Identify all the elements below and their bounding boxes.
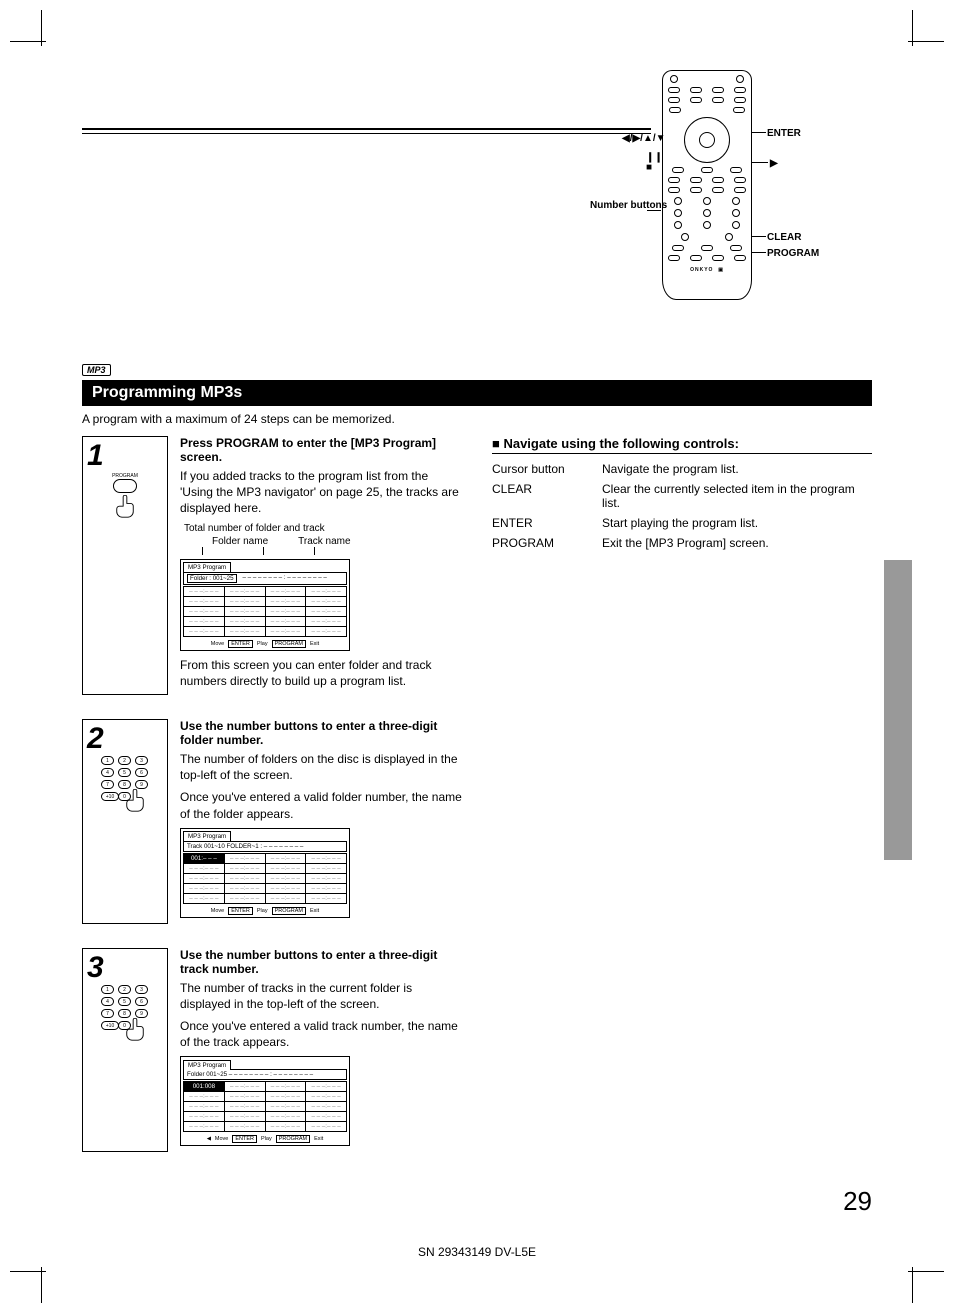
remote-label-clear: CLEAR <box>767 232 801 243</box>
annotation-total: Total number of folder and track <box>184 523 462 534</box>
step-heading: Use the number buttons to enter a three-… <box>180 948 462 976</box>
osd-screen-1: MP3 Program Folder : 001~25 – – – – – – … <box>180 559 350 651</box>
side-tab <box>884 560 912 860</box>
hand-press-icon <box>114 495 136 521</box>
remote-label-program: PROGRAM <box>767 248 819 259</box>
step-paragraph: The number of tracks in the current fold… <box>180 980 462 1012</box>
step-number: 1 <box>87 441 104 471</box>
step-number: 3 <box>87 953 104 983</box>
section-title: Programming MP3s <box>82 380 872 406</box>
program-button-icon: PROGRAM <box>112 473 138 521</box>
remote-label-stop: ■ <box>646 162 652 173</box>
remote-label-arrows: ◀/▶/▲/▼ <box>622 133 666 144</box>
header-rule <box>82 128 651 134</box>
step-paragraph: Once you've entered a valid track number… <box>180 1018 462 1050</box>
step-paragraph: If you added tracks to the program list … <box>180 468 462 517</box>
remote-label-number: Number buttons <box>590 200 650 212</box>
remote-label-play: ▶ <box>770 158 778 169</box>
osd-screen-3: MP3 Program Folder 001~25 – – – – – – – … <box>180 1056 350 1146</box>
footer-code: SN 29343149 DV-L5E <box>0 1245 954 1259</box>
annotation-track: Track name <box>298 536 350 547</box>
annotation-folder: Folder name <box>212 536 268 547</box>
remote-label-enter: ENTER <box>767 128 801 139</box>
mp3-badge: MP3 <box>82 364 111 376</box>
step-paragraph: Once you've entered a valid folder numbe… <box>180 789 462 821</box>
step-number: 2 <box>87 724 104 754</box>
osd-screen-2: MP3 Program Track 001~10 FOLDER~1 : – – … <box>180 828 350 918</box>
step-paragraph: From this screen you can enter folder an… <box>180 657 462 689</box>
step-3: 3 123 456 789 +100 Use the number button… <box>82 948 462 1153</box>
intro-text: A program with a maximum of 24 steps can… <box>82 412 872 426</box>
step-1: 1 PROGRAM Press PROGRAM to enter the [MP… <box>82 436 462 695</box>
step-heading: Press PROGRAM to enter the [MP3 Program]… <box>180 436 462 464</box>
step-paragraph: The number of folders on the disc is dis… <box>180 751 462 783</box>
page-number: 29 <box>843 1186 872 1217</box>
controls-heading: ■ Navigate using the following controls: <box>492 436 872 454</box>
controls-table: Cursor buttonNavigate the program list. … <box>492 462 872 550</box>
step-2: 2 123 456 789 +100 Use the number button… <box>82 719 462 924</box>
step-heading: Use the number buttons to enter a three-… <box>180 719 462 747</box>
hand-press-icon <box>124 789 146 815</box>
hand-press-icon <box>124 1018 146 1044</box>
